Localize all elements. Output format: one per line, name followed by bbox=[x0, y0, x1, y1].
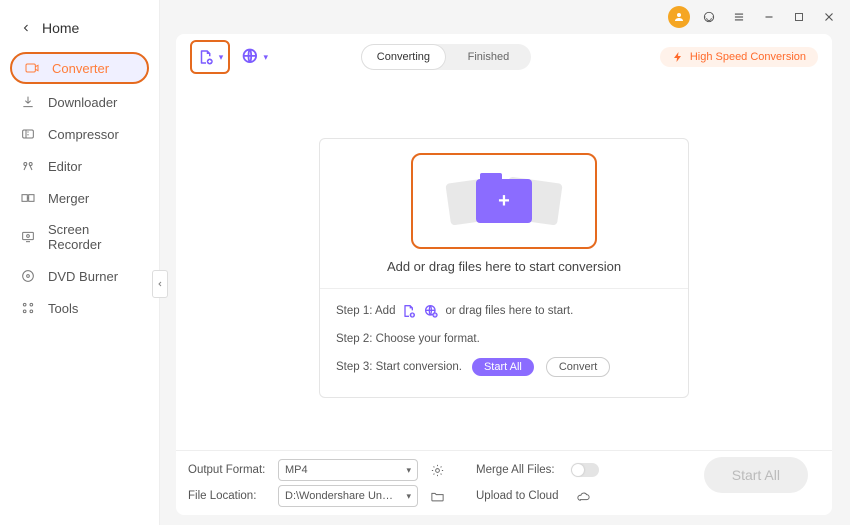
sidebar-item-merger[interactable]: Merger bbox=[0, 182, 159, 214]
dropzone-target[interactable]: + Add or drag files here to start conver… bbox=[320, 139, 688, 289]
dropzone: + Add or drag files here to start conver… bbox=[319, 138, 689, 398]
menu-icon[interactable] bbox=[728, 6, 750, 28]
sidebar-item-dvdburner[interactable]: DVD Burner bbox=[0, 260, 159, 292]
sidebar-item-label: Converter bbox=[52, 61, 109, 76]
dvdburner-icon bbox=[20, 268, 36, 284]
downloader-icon bbox=[20, 94, 36, 110]
upload-cloud-label: Upload to Cloud bbox=[476, 490, 558, 502]
dropzone-frame: + bbox=[411, 153, 597, 249]
minimize-icon[interactable] bbox=[758, 6, 780, 28]
sidebar-item-label: Editor bbox=[48, 159, 82, 174]
sidebar-item-editor[interactable]: Editor bbox=[0, 150, 159, 182]
main-panel: ▾ ▾ Converting Finished High Speed Conve… bbox=[176, 34, 832, 515]
add-files-mini-icon bbox=[401, 303, 417, 319]
tab-switch: Converting Finished bbox=[361, 44, 531, 70]
steps: Step 1: Add or drag files here to start.… bbox=[320, 289, 688, 397]
step-2: Step 2: Choose your format. bbox=[336, 329, 672, 349]
sidebar-item-label: Tools bbox=[48, 301, 78, 316]
tools-icon bbox=[20, 300, 36, 316]
startall-mini-button[interactable]: Start All bbox=[472, 358, 534, 376]
editor-icon bbox=[20, 158, 36, 174]
sidebar-item-label: DVD Burner bbox=[48, 269, 118, 284]
add-files-button[interactable]: ▾ bbox=[190, 40, 230, 74]
format-settings-icon[interactable] bbox=[428, 461, 446, 479]
tab-converting[interactable]: Converting bbox=[361, 44, 446, 70]
start-all-button[interactable]: Start All bbox=[704, 457, 808, 493]
screenrecorder-icon bbox=[20, 229, 36, 245]
folder-icon: + bbox=[444, 166, 564, 236]
output-format-select[interactable]: MP4▾ bbox=[278, 459, 418, 481]
high-speed-label: High Speed Conversion bbox=[690, 51, 806, 63]
add-url-button[interactable]: ▾ bbox=[240, 43, 268, 71]
chevron-down-icon: ▾ bbox=[263, 52, 268, 63]
home-back[interactable]: Home bbox=[0, 10, 159, 46]
center-area: + Add or drag files here to start conver… bbox=[176, 80, 832, 450]
home-label: Home bbox=[42, 20, 79, 36]
chevron-down-icon: ▾ bbox=[406, 465, 411, 476]
sidebar-item-tools[interactable]: Tools bbox=[0, 292, 159, 324]
merge-toggle[interactable] bbox=[571, 463, 599, 477]
merger-icon bbox=[20, 190, 36, 206]
high-speed-badge[interactable]: High Speed Conversion bbox=[660, 47, 818, 67]
sidebar-item-label: Compressor bbox=[48, 127, 119, 142]
collapse-sidebar-handle[interactable] bbox=[152, 270, 168, 298]
open-folder-icon[interactable] bbox=[428, 487, 446, 505]
sidebar-item-label: Merger bbox=[48, 191, 89, 206]
chevron-down-icon: ▾ bbox=[219, 52, 224, 63]
add-url-mini-icon bbox=[423, 303, 439, 319]
converter-icon bbox=[24, 60, 40, 76]
maximize-icon[interactable] bbox=[788, 6, 810, 28]
convert-mini-button[interactable]: Convert bbox=[546, 357, 611, 377]
sidebar-item-label: Downloader bbox=[48, 95, 117, 110]
tab-finished[interactable]: Finished bbox=[446, 44, 531, 70]
chevron-down-icon: ▾ bbox=[406, 491, 411, 502]
sidebar-item-downloader[interactable]: Downloader bbox=[0, 86, 159, 118]
sidebar-item-screenrecorder[interactable]: Screen Recorder bbox=[0, 214, 159, 260]
step-1: Step 1: Add or drag files here to start. bbox=[336, 301, 672, 321]
sidebar-item-converter[interactable]: Converter bbox=[10, 52, 149, 84]
sidebar-item-label: Screen Recorder bbox=[48, 222, 139, 252]
close-icon[interactable] bbox=[818, 6, 840, 28]
support-icon[interactable] bbox=[698, 6, 720, 28]
cloud-icon[interactable] bbox=[574, 487, 592, 505]
output-format-label: Output Format: bbox=[188, 464, 268, 476]
compressor-icon bbox=[20, 126, 36, 142]
dropzone-label: Add or drag files here to start conversi… bbox=[387, 259, 621, 274]
avatar-icon[interactable] bbox=[668, 6, 690, 28]
sidebar-item-compressor[interactable]: Compressor bbox=[0, 118, 159, 150]
file-location-label: File Location: bbox=[188, 490, 268, 502]
toolbar: ▾ ▾ Converting Finished High Speed Conve… bbox=[176, 34, 832, 80]
file-location-select[interactable]: D:\Wondershare UniConverter 1▾ bbox=[278, 485, 418, 507]
merge-label: Merge All Files: bbox=[476, 464, 555, 476]
sidebar: Home Converter Downloader Compressor Edi… bbox=[0, 0, 160, 525]
step-3: Step 3: Start conversion. Start All Conv… bbox=[336, 357, 672, 377]
